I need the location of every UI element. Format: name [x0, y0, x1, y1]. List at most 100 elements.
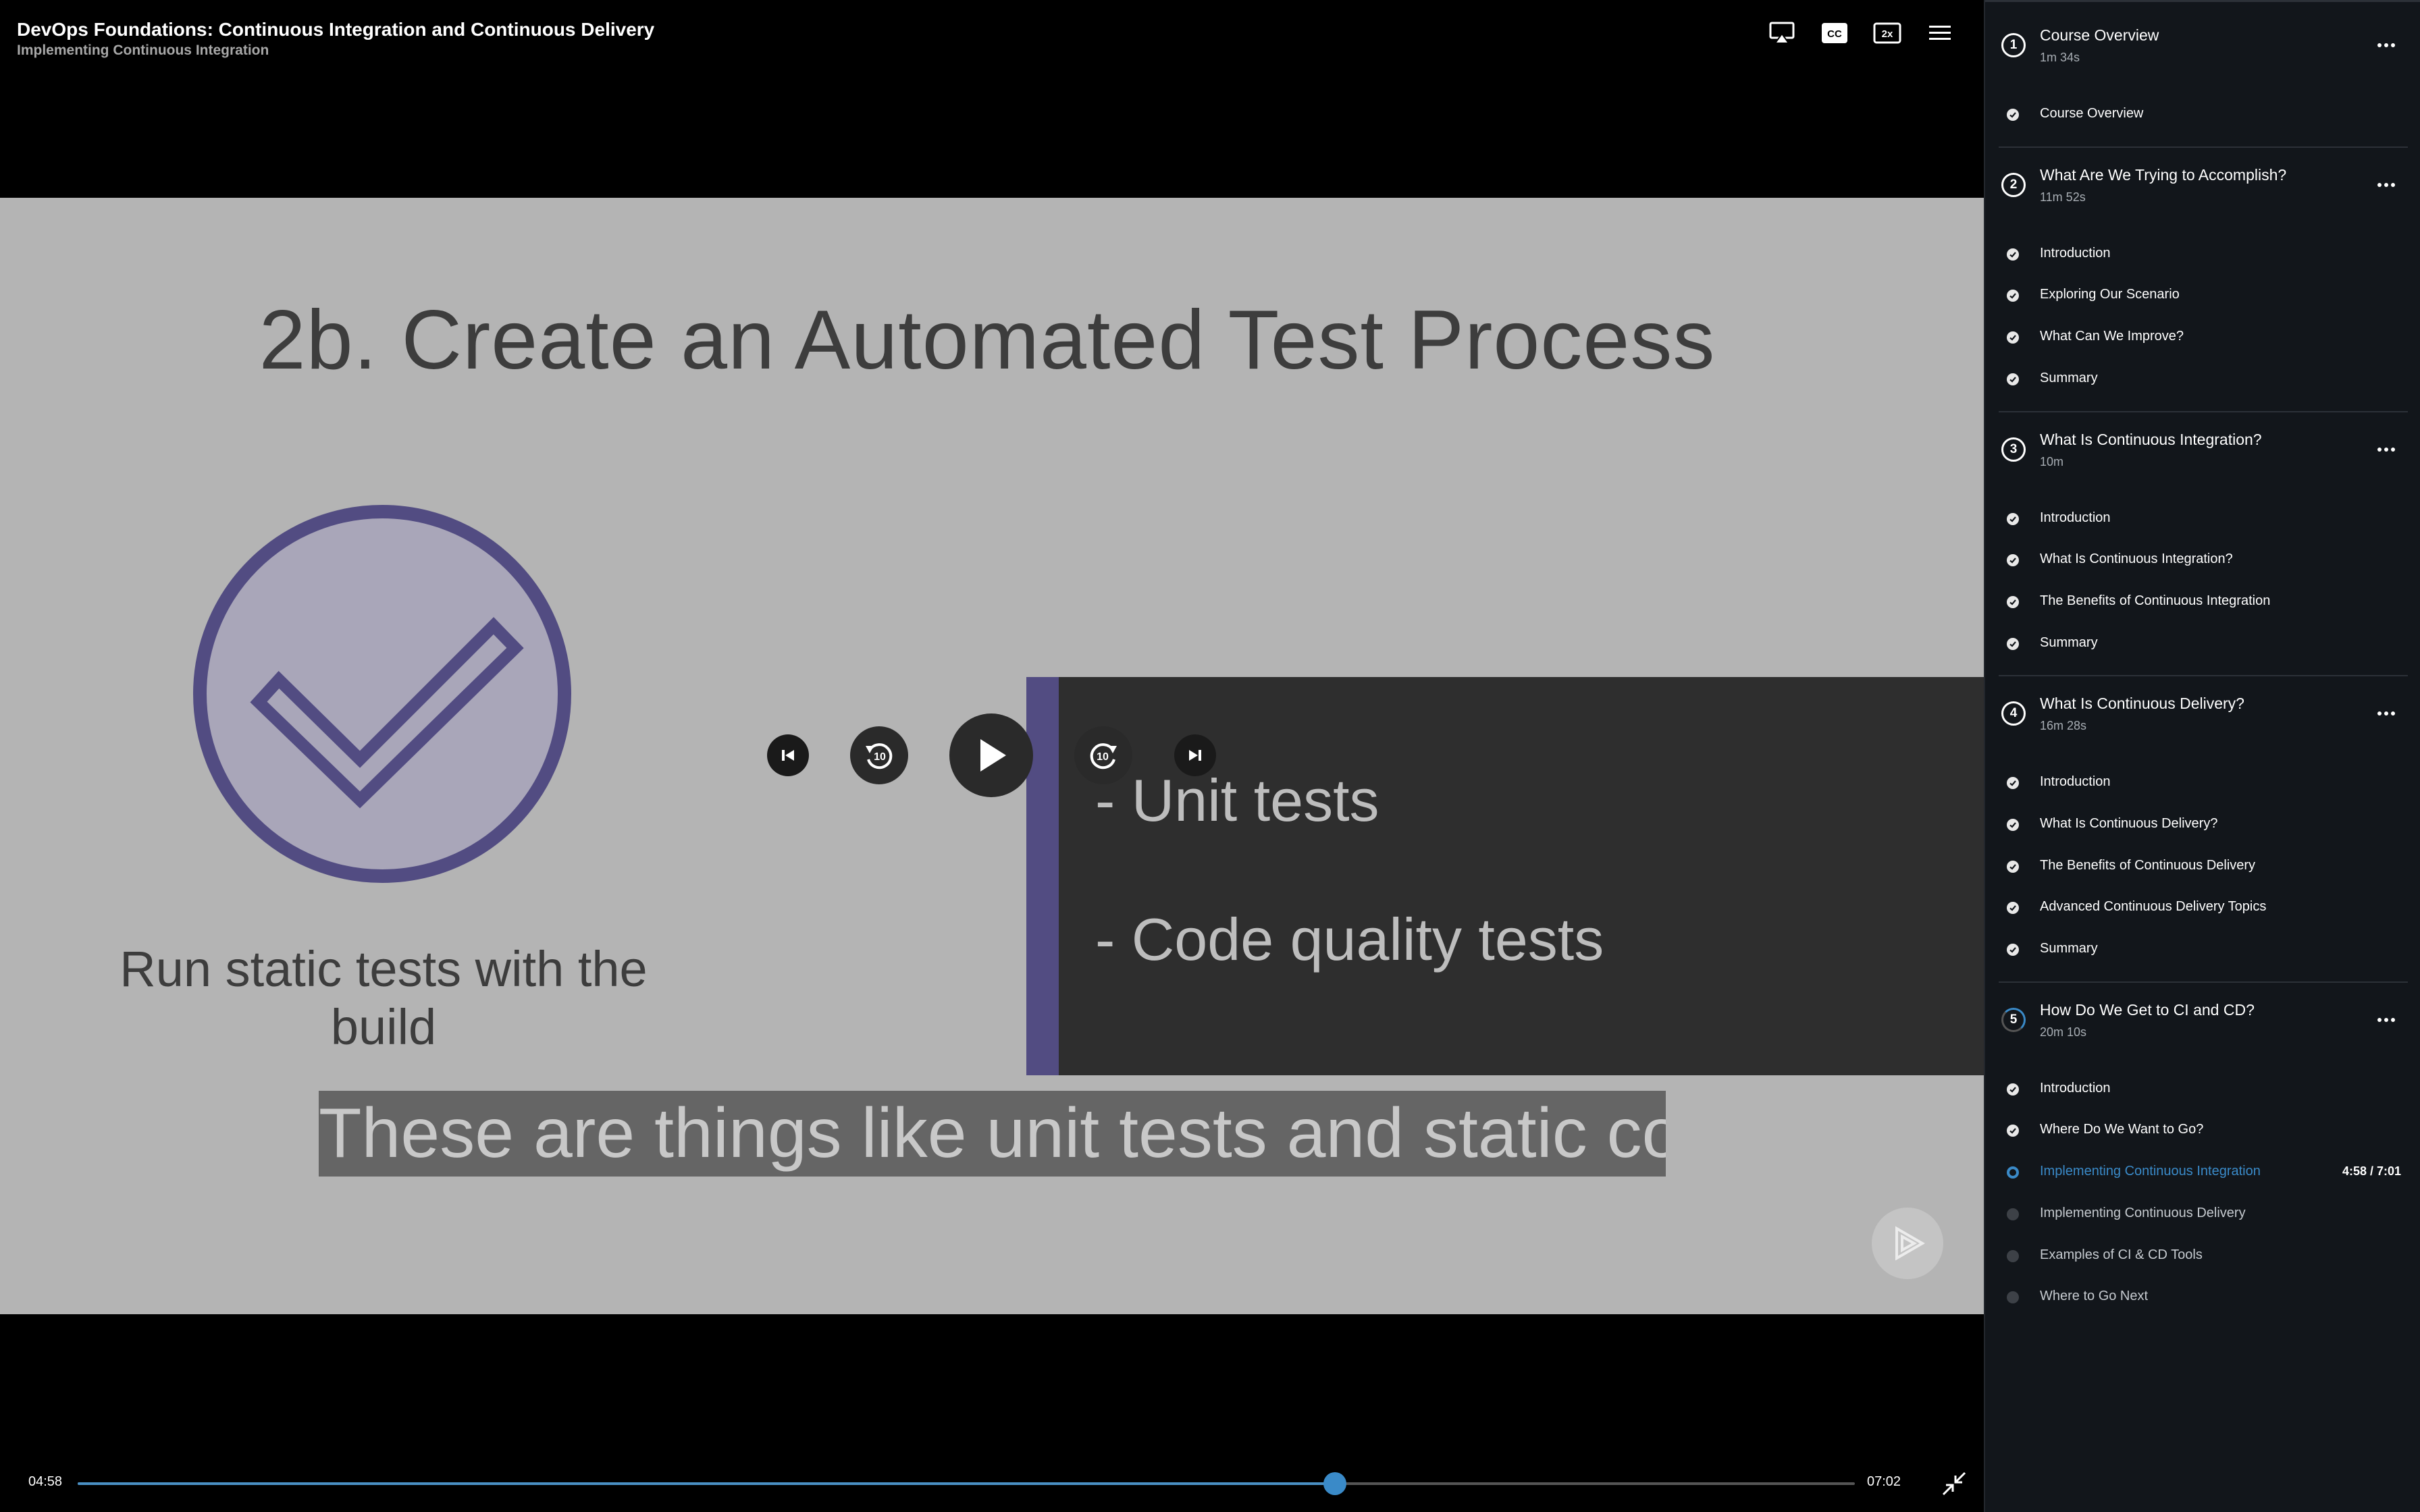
clip-item[interactable]: Summary	[1985, 362, 2420, 396]
completed-check-icon	[2007, 637, 2019, 650]
clip-item[interactable]: Advanced Continuous Delivery Topics	[1985, 891, 2420, 925]
completed-check-icon	[2007, 248, 2019, 261]
cc-label: CC	[1827, 28, 1842, 40]
video-frame[interactable]: 2b. Create an Automated Test Process Run…	[0, 198, 1984, 1314]
more-options-icon[interactable]	[2373, 175, 2400, 195]
clip-item[interactable]: Summary	[1985, 627, 2420, 661]
completed-check-icon	[2007, 860, 2019, 873]
module-header[interactable]: 1 Course Overview 1m 34s	[1985, 14, 2420, 88]
clip-progress: 4:58 / 7:01	[2342, 1164, 2401, 1179]
clip-item[interactable]: Exploring Our Scenario	[1985, 279, 2420, 313]
clip-item[interactable]: Where Do We Want to Go?	[1985, 1114, 2420, 1148]
playback-speed-icon[interactable]: 2x	[1870, 16, 1904, 50]
clip-item[interactable]: Summary	[1985, 933, 2420, 967]
clip-item[interactable]: Implementing Continuous Integration 4:58 …	[1985, 1156, 2420, 1189]
play-icon	[980, 739, 1006, 772]
module-header[interactable]: 3 What Is Continuous Integration? 10m	[1985, 418, 2420, 492]
module-divider	[1999, 146, 2408, 148]
play-button[interactable]	[949, 713, 1033, 797]
module-number-badge: 1	[2001, 33, 2026, 57]
clip-label: Summary	[2040, 941, 2098, 956]
menu-icon[interactable]	[1923, 16, 1957, 50]
completed-check-icon	[2007, 554, 2019, 567]
player-toolbar: CC 2x	[1765, 16, 1957, 50]
clip-label: Advanced Continuous Delivery Topics	[2040, 899, 2267, 915]
module-title: How Do We Get to CI and CD?	[2040, 1000, 2255, 1019]
total-time: 07:02	[1867, 1474, 1901, 1489]
more-options-icon[interactable]	[2373, 439, 2400, 460]
clip-label: Summary	[2040, 634, 2098, 650]
forward-10-button[interactable]: 10	[1074, 726, 1132, 784]
clip-item[interactable]: Course Overview	[1985, 98, 2420, 132]
exit-fullscreen-icon	[1942, 1472, 1966, 1496]
seek-handle[interactable]	[1323, 1472, 1346, 1495]
module-duration: 16m 28s	[2040, 719, 2087, 733]
completed-check-icon	[2007, 1083, 2019, 1096]
clip-item[interactable]: Where to Go Next	[1985, 1280, 2420, 1314]
pending-dot-icon	[2007, 1208, 2019, 1220]
module-header[interactable]: 4 What Is Continuous Delivery? 16m 28s	[1985, 682, 2420, 756]
more-options-icon[interactable]	[2373, 703, 2400, 724]
more-options-icon[interactable]	[2373, 35, 2400, 55]
module-duration: 1m 34s	[2040, 51, 2080, 64]
completed-check-icon	[2007, 595, 2019, 608]
completed-check-icon	[2007, 944, 2019, 956]
pending-dot-icon	[2007, 1249, 2019, 1262]
completed-check-icon	[2007, 777, 2019, 790]
closed-captions-icon[interactable]: CC	[1818, 16, 1851, 50]
clip-label: The Benefits of Continuous Integration	[2040, 593, 2271, 608]
rewind-seconds: 10	[874, 751, 886, 763]
pending-dot-icon	[2007, 1291, 2019, 1304]
next-clip-button[interactable]	[1174, 734, 1216, 776]
closed-caption-text: These are things like unit tests and sta…	[319, 1091, 1666, 1177]
clip-label: Examples of CI & CD Tools	[2040, 1247, 2203, 1262]
slide-left-caption: Run static tests with the build	[120, 941, 648, 1055]
rewind-10-button[interactable]: 10	[850, 726, 908, 784]
exit-fullscreen-button[interactable]	[1938, 1467, 1970, 1500]
previous-clip-button[interactable]	[767, 734, 809, 776]
module-divider	[1999, 675, 2408, 677]
clip-item[interactable]: The Benefits of Continuous Integration	[1985, 585, 2420, 619]
sidebar-top-divider	[1985, 0, 2420, 2]
clip-label: Implementing Continuous Integration	[2040, 1164, 2261, 1179]
clip-item[interactable]: Introduction	[1985, 766, 2420, 800]
bullet-code-quality: - Code quality tests	[1095, 906, 1604, 973]
clip-item[interactable]: Introduction	[1985, 1073, 2420, 1106]
module-duration: 11m 52s	[2040, 190, 2086, 204]
clip-label: What Is Continuous Integration?	[2040, 551, 2233, 567]
module-number-badge: 2	[2001, 172, 2026, 197]
clip-item[interactable]: Introduction	[1985, 502, 2420, 536]
seek-bar[interactable]	[78, 1472, 1855, 1495]
airplay-icon[interactable]	[1765, 16, 1799, 50]
clip-label: Introduction	[2040, 1080, 2111, 1096]
clip-item[interactable]: What Can We Improve?	[1985, 321, 2420, 354]
completed-check-icon	[2007, 1125, 2019, 1137]
clip-item[interactable]: The Benefits of Continuous Delivery	[1985, 850, 2420, 884]
module-header[interactable]: 5 How Do We Get to CI and CD? 20m 10s	[1985, 988, 2420, 1062]
clip-item[interactable]: What Is Continuous Delivery?	[1985, 808, 2420, 842]
clip-item[interactable]: Examples of CI & CD Tools	[1985, 1239, 2420, 1273]
clip-label: What Can We Improve?	[2040, 329, 2184, 344]
module-duration: 20m 10s	[2040, 1025, 2087, 1039]
completed-check-icon	[2007, 512, 2019, 525]
module-number-badge: 3	[2001, 437, 2026, 462]
box-accent-bar	[1026, 677, 1059, 1075]
clip-label: Exploring Our Scenario	[2040, 287, 2180, 302]
module-header[interactable]: 2 What Are We Trying to Accomplish? 11m 52…	[1985, 153, 2420, 227]
module-title: What Is Continuous Integration?	[2040, 430, 2262, 448]
clip-label: Implementing Continuous Delivery	[2040, 1205, 2246, 1220]
skip-previous-icon	[782, 750, 794, 761]
completed-check-icon	[2007, 290, 2019, 302]
module-number-badge: 4	[2001, 701, 2026, 726]
clip-label: Course Overview	[2040, 106, 2144, 121]
clip-item[interactable]: What Is Continuous Integration?	[1985, 543, 2420, 577]
clip-label: Introduction	[2040, 245, 2111, 261]
clip-item[interactable]: Implementing Continuous Delivery	[1985, 1197, 2420, 1231]
rewind-icon: 10	[866, 743, 893, 770]
module-divider	[1999, 410, 2408, 412]
clip-label: The Benefits of Continuous Delivery	[2040, 857, 2256, 873]
clip-item[interactable]: Introduction	[1985, 238, 2420, 271]
clip-label: Introduction	[2040, 510, 2111, 525]
clip-label: What Is Continuous Delivery?	[2040, 815, 2218, 831]
more-options-icon[interactable]	[2373, 1010, 2400, 1030]
